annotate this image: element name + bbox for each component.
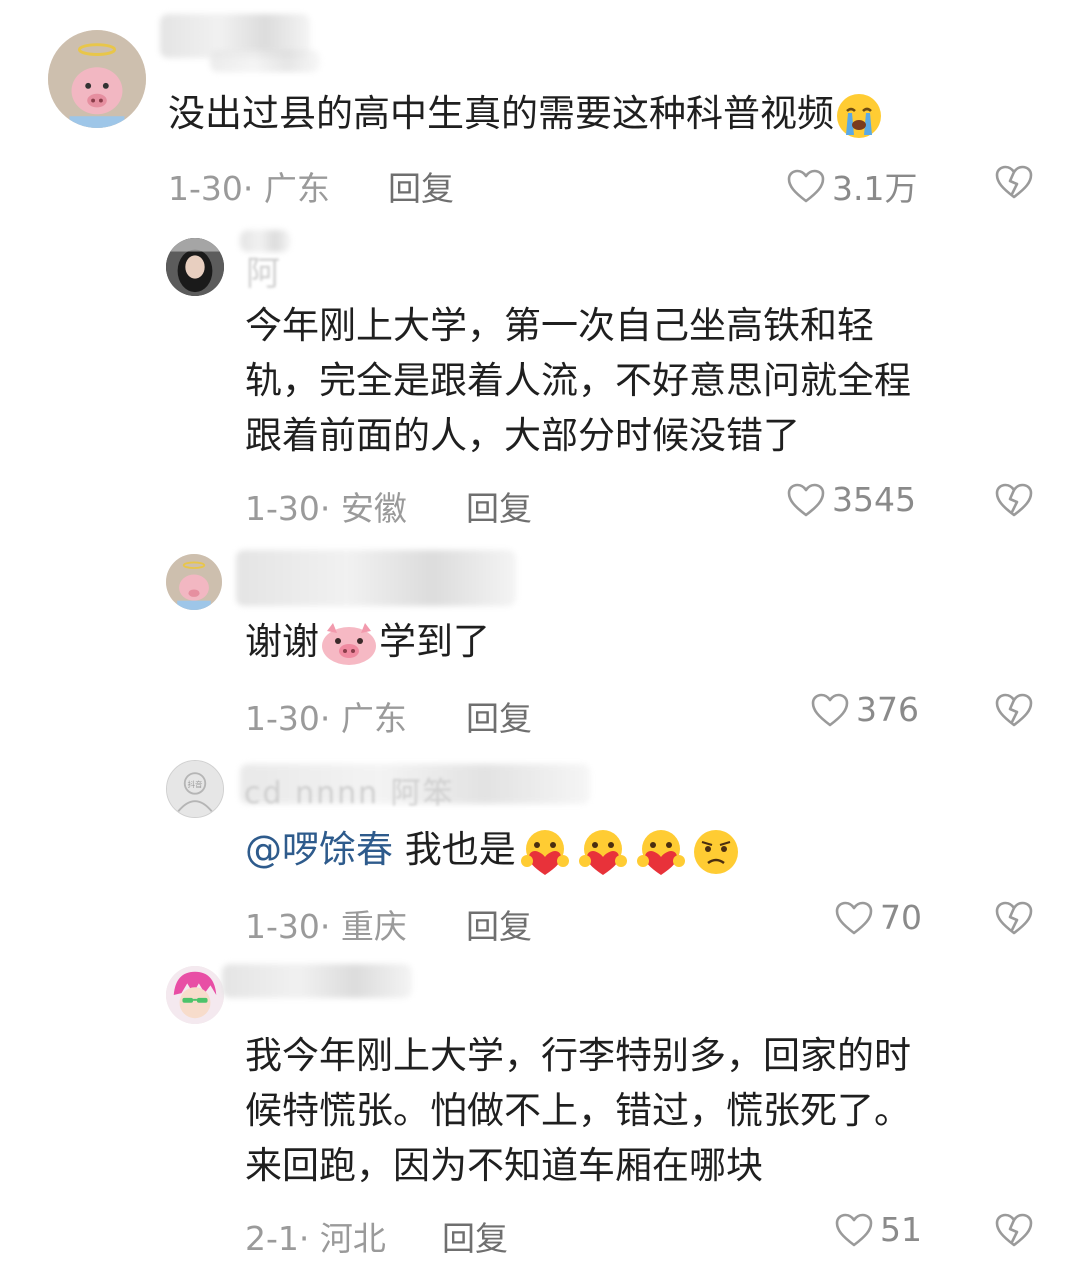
broken-heart-icon — [994, 1212, 1034, 1248]
reply-button[interactable]: 回复 — [466, 482, 532, 530]
reply-button[interactable]: 回复 — [388, 162, 454, 210]
comment-item: 抖音 cd nnnn 阿笨 @啰馀春 我也是 1-30· 重庆 回复 70 — [0, 750, 1080, 960]
broken-heart-icon — [994, 164, 1034, 200]
anime-avatar-icon — [166, 966, 224, 1024]
avatar[interactable] — [166, 238, 224, 296]
comment-date-region: 2-1· 河北 — [245, 1219, 386, 1258]
avatar[interactable] — [166, 554, 222, 610]
heart-hug-face-icon — [574, 827, 632, 877]
like-button[interactable]: 70 — [834, 898, 922, 937]
like-button[interactable]: 376 — [810, 690, 919, 729]
comment-date-region: 1-30· 安徽 — [245, 489, 407, 528]
heart-icon — [810, 692, 850, 728]
pig-face-icon — [319, 621, 379, 667]
pig-angel-avatar-icon — [48, 30, 146, 128]
dislike-button[interactable] — [994, 900, 1034, 936]
comment-item: 阿 今年刚上大学，第一次自己坐高铁和轻 轨，完全是跟着人流，不好意思问就全程 跟… — [0, 230, 1080, 540]
reply-button[interactable]: 回复 — [442, 1212, 508, 1260]
username-redacted — [210, 50, 320, 72]
comment-date-region: 1-30· 重庆 — [245, 907, 407, 946]
dislike-button[interactable] — [994, 482, 1034, 518]
like-count: 70 — [880, 898, 922, 937]
broken-heart-icon — [994, 482, 1034, 518]
worried-face-icon — [690, 827, 742, 877]
like-count: 51 — [880, 1210, 922, 1249]
comment-text: @啰馀春 我也是 — [245, 822, 742, 877]
reply-button[interactable]: 回复 — [466, 692, 532, 740]
like-button[interactable]: 3545 — [786, 480, 916, 519]
comment-item: 我今年刚上大学，行李特别多，回家的时 候特慌张。怕做不上，错过，慌张死了。 来回… — [0, 960, 1080, 1271]
heart-icon — [834, 900, 874, 936]
avatar[interactable] — [166, 966, 224, 1024]
dislike-button[interactable] — [994, 692, 1034, 728]
comment-text: 我今年刚上大学，行李特别多，回家的时 候特慌张。怕做不上，错过，慌张死了。 来回… — [245, 1034, 911, 1187]
like-count: 3545 — [832, 480, 916, 519]
username-redacted[interactable] — [222, 964, 412, 998]
comment-text: 今年刚上大学，第一次自己坐高铁和轻 轨，完全是跟着人流，不好意思问就全程 跟着前… — [245, 304, 911, 457]
dislike-button[interactable] — [994, 164, 1034, 200]
mention-link[interactable]: @啰馀春 — [245, 828, 393, 871]
like-button[interactable]: 3.1万 — [786, 162, 917, 210]
broken-heart-icon — [994, 900, 1034, 936]
avatar[interactable]: 抖音 — [166, 760, 224, 818]
heart-hug-face-icon — [516, 827, 574, 877]
like-count: 376 — [856, 690, 919, 729]
avatar[interactable] — [48, 30, 146, 128]
reply-button[interactable]: 回复 — [466, 900, 532, 948]
avatar-label: 抖音 — [188, 779, 203, 789]
crying-face-icon — [834, 91, 884, 141]
heart-icon — [786, 482, 826, 518]
comment-item: 没出过县的高中生真的需要这种科普视频 1-30· 广东 回复 3.1万 — [0, 0, 1080, 230]
heart-hug-face-icon — [632, 827, 690, 877]
comment-text: 没出过县的高中生真的需要这种科普视频 — [168, 86, 884, 141]
comment-text: 谢谢 学到了 — [245, 614, 490, 669]
username-redacted[interactable] — [236, 550, 516, 606]
like-count: 3.1万 — [832, 169, 918, 208]
username-fragment[interactable]: 阿 — [246, 246, 282, 295]
girl-avatar-icon — [166, 238, 224, 296]
default-avatar-icon: 抖音 — [167, 761, 223, 817]
username-fragment[interactable]: cd nnnn 阿笨 — [244, 768, 455, 812]
heart-icon — [786, 168, 826, 204]
comment-item: 谢谢 学到了 1-30· 广东 回复 376 — [0, 540, 1080, 750]
pig-angel-avatar-icon — [166, 554, 222, 610]
dislike-button[interactable] — [994, 1212, 1034, 1248]
comment-date-region: 1-30· 广东 — [245, 699, 407, 738]
broken-heart-icon — [994, 692, 1034, 728]
like-button[interactable]: 51 — [834, 1210, 922, 1249]
comment-date-region: 1-30· 广东 — [168, 169, 330, 208]
heart-icon — [834, 1212, 874, 1248]
